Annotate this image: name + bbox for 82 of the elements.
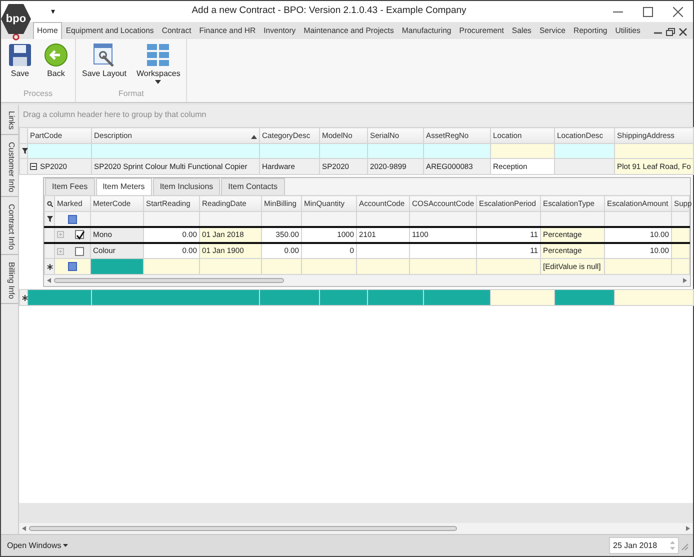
filter-cell[interactable] [410, 212, 476, 226]
open-windows-button[interactable]: Open Windows [5, 540, 70, 552]
date-field[interactable]: 25 Jan 2018 [609, 537, 679, 554]
checkbox[interactable] [75, 230, 84, 240]
filter-cell[interactable] [90, 212, 144, 226]
checkbox-indeterminate[interactable] [68, 262, 77, 272]
caret-icon [155, 80, 162, 84]
filter-cell[interactable] [540, 212, 604, 226]
spinner-icon[interactable] [670, 540, 675, 551]
search-icon [47, 200, 53, 207]
table-cell[interactable] [554, 290, 614, 306]
filter-cell[interactable] [92, 144, 260, 158]
filter-cell[interactable] [554, 144, 614, 158]
filter-cell[interactable] [260, 144, 320, 158]
filter-cell[interactable] [614, 144, 694, 158]
table-cell[interactable] [410, 258, 476, 274]
tiles-icon [145, 42, 172, 68]
horizontal-scrollbar[interactable] [44, 275, 690, 286]
filter-cell[interactable] [302, 212, 356, 226]
table-cell[interactable] [320, 290, 368, 306]
filter-cell[interactable] [320, 144, 368, 158]
detail-tab[interactable]: Item Meters [96, 178, 152, 195]
table-cell[interactable] [28, 290, 92, 306]
table-cell[interactable] [604, 258, 672, 274]
detail-tab[interactable]: Item Fees [45, 178, 95, 195]
table-cell[interactable] [144, 258, 200, 274]
side-tab[interactable]: Customer Info [1, 138, 18, 197]
ring-icon [11, 34, 21, 42]
expand-icon[interactable] [57, 231, 64, 238]
scroll-left-icon[interactable] [22, 526, 26, 531]
close-icon[interactable] [679, 28, 687, 36]
table-cell[interactable] [424, 290, 490, 306]
filter-cell[interactable] [476, 212, 540, 226]
detail-tab[interactable]: Item Contacts [221, 178, 285, 195]
filter-cell[interactable] [144, 212, 200, 226]
table-cell[interactable] [356, 258, 410, 274]
collapse-icon[interactable] [30, 163, 37, 170]
scroll-left-icon[interactable] [47, 278, 51, 283]
expand-icon[interactable] [57, 248, 64, 255]
window-title: Add a new Contract - BPO: Version 2.1.0.43 - Example Company [190, 4, 468, 18]
ribbon-group-label: Format [118, 88, 145, 100]
table-cell[interactable] [368, 290, 424, 306]
ribbon-button[interactable]: Back [41, 41, 71, 88]
restore-icon[interactable] [666, 28, 675, 36]
filter-cell[interactable] [368, 144, 424, 158]
side-tab[interactable]: Contract Info [1, 200, 18, 255]
filter-cell[interactable] [424, 144, 490, 158]
checkbox-indeterminate[interactable] [68, 214, 77, 224]
maximize-icon[interactable] [643, 6, 653, 16]
filter-cell[interactable] [604, 212, 672, 226]
checkbox[interactable] [75, 246, 84, 256]
table-cell[interactable] [476, 258, 540, 274]
table-cell[interactable] [262, 258, 302, 274]
ribbon-button[interactable]: Save [5, 41, 35, 88]
side-tab[interactable]: Billing Info [1, 258, 18, 304]
scroll-right-icon[interactable] [686, 526, 690, 531]
quick-access-menu[interactable]: ▾ [51, 6, 55, 18]
group-panel-hint: Drag a column header here to group by that column [19, 105, 693, 127]
resize-grip-icon [679, 540, 689, 550]
new-row-icon [47, 264, 53, 270]
table-cell[interactable] [90, 258, 144, 274]
horizontal-scrollbar[interactable] [19, 523, 693, 534]
filter-cell[interactable] [28, 144, 92, 158]
close-icon[interactable] [673, 6, 683, 16]
caret-icon [63, 544, 68, 547]
filter-cell[interactable] [356, 212, 410, 226]
table-cell[interactable] [92, 290, 260, 306]
filter-cell[interactable] [262, 212, 302, 226]
table-cell[interactable] [302, 258, 356, 274]
filter-cell[interactable] [490, 144, 554, 158]
detail-tab[interactable]: Item Inclusions [152, 178, 220, 195]
table-cell[interactable] [200, 258, 262, 274]
scroll-right-icon[interactable] [683, 278, 687, 283]
table-cell[interactable] [260, 290, 320, 306]
new-row-icon [22, 294, 28, 301]
ribbon-button[interactable]: Workspaces [134, 41, 182, 88]
ribbon-group-label: Process [22, 88, 54, 100]
side-tab[interactable]: Links [1, 107, 18, 135]
table-cell[interactable] [614, 290, 694, 306]
filter-cell[interactable] [200, 212, 262, 226]
ribbon-button[interactable]: Save Layout [80, 41, 128, 88]
table-cell[interactable] [490, 290, 554, 306]
